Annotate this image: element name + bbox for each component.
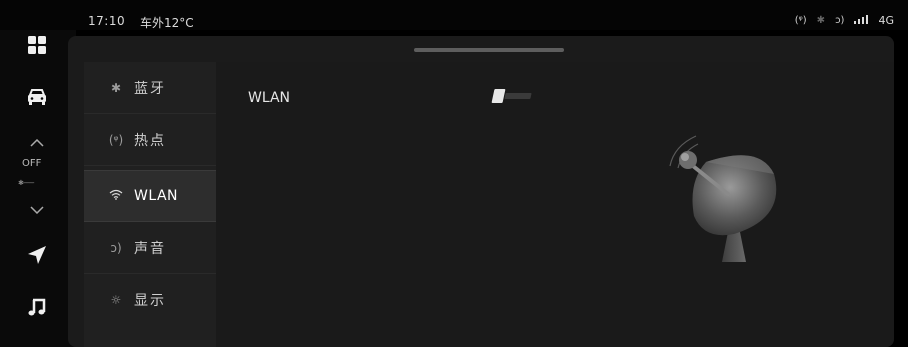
menu-item-sound[interactable]: ↄ) 声音 bbox=[84, 222, 216, 274]
outside-temperature: 车外12°C bbox=[140, 16, 194, 30]
menu-item-label: 热点 bbox=[134, 132, 166, 149]
settings-menu: ✱ 蓝牙 (ᵠ) 热点 WLAN ↄ) 声音 ☼ 显示 bbox=[84, 62, 216, 347]
hotspot-icon: (ᵠ) bbox=[108, 132, 124, 147]
menu-item-label: 显示 bbox=[134, 293, 166, 309]
temperature-down-icon[interactable] bbox=[30, 204, 44, 217]
temperature-up-icon[interactable] bbox=[30, 137, 44, 150]
wlan-toggle[interactable] bbox=[491, 89, 533, 103]
wlan-label: WLAN bbox=[248, 90, 291, 106]
brightness-icon: ☼ bbox=[110, 293, 122, 307]
satellite-dish-icon bbox=[648, 122, 798, 272]
toggle-track bbox=[504, 93, 532, 99]
menu-item-display[interactable]: ☼ 显示 bbox=[84, 274, 216, 326]
volume-status-icon: ↄ) bbox=[835, 15, 845, 26]
left-rail: OFF ✱------- bbox=[0, 30, 76, 347]
menu-item-label: 声音 bbox=[134, 240, 166, 257]
status-bar: 17:10 车外12°C (ᵠ) ✱ ↄ) 4G bbox=[0, 0, 908, 30]
music-icon[interactable] bbox=[22, 292, 52, 322]
network-type: 4G bbox=[878, 14, 894, 27]
panel-drag-handle[interactable] bbox=[414, 48, 564, 52]
hotspot-status-icon: (ᵠ) bbox=[794, 15, 807, 26]
car-icon[interactable] bbox=[22, 82, 52, 112]
settings-panel: ✱ 蓝牙 (ᵠ) 热点 WLAN ↄ) 声音 ☼ 显示 WLAN bbox=[68, 36, 894, 347]
bluetooth-icon: ✱ bbox=[110, 80, 122, 95]
status-icons: (ᵠ) ✱ ↄ) 4G bbox=[795, 14, 894, 27]
fan-level: ✱------- bbox=[18, 179, 35, 187]
menu-item-label: WLAN bbox=[134, 188, 179, 204]
apps-grid-icon[interactable] bbox=[22, 30, 52, 60]
sound-icon: ↄ) bbox=[110, 240, 122, 255]
menu-item-hotspot[interactable]: (ᵠ) 热点 bbox=[84, 114, 216, 166]
menu-item-wlan[interactable]: WLAN bbox=[84, 170, 216, 222]
toggle-knob bbox=[491, 89, 506, 103]
signal-icon bbox=[854, 14, 869, 27]
menu-item-label: 蓝牙 bbox=[134, 80, 166, 97]
bluetooth-status-icon: ✱ bbox=[816, 15, 826, 26]
clock: 17:10 bbox=[88, 14, 126, 28]
menu-item-bluetooth[interactable]: ✱ 蓝牙 bbox=[84, 62, 216, 114]
wifi-icon bbox=[106, 189, 126, 203]
climate-state[interactable]: OFF bbox=[22, 158, 41, 169]
wlan-content: WLAN bbox=[216, 62, 894, 347]
navigation-icon[interactable] bbox=[22, 240, 52, 270]
